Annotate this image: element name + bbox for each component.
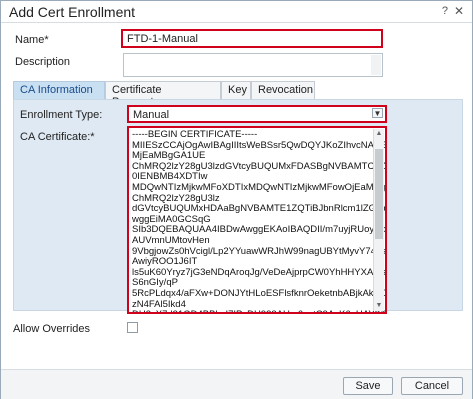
name-input[interactable] [121,29,383,48]
enrollment-type-select[interactable]: Manual ▼ [127,105,387,123]
certificate-line: DU3yX7d31GD4BBhxI7IPsDH933AUm6xntC9AxK6q… [132,309,385,312]
dialog-footer: Save Cancel [1,369,472,399]
certificate-line: -----BEGIN CERTIFICATE----- [132,129,258,140]
description-label: Description [15,56,71,68]
certificate-line: MDQwNTIzMjkwMFoXDTIxMDQwNTIzMjkwMFowOjEa… [132,181,385,193]
enrollment-type-label: Enrollment Type: [20,109,103,121]
save-button[interactable]: Save [343,377,393,395]
enrollment-type-value: Manual [133,109,170,121]
dialog-title: Add Cert Enrollment [9,4,136,20]
ca-certificate-textarea[interactable]: -----BEGIN CERTIFICATE----- MIIESzCCAjOgA… [127,126,387,314]
tab-key-label: Key [228,84,247,96]
description-scrollbar[interactable] [371,55,381,75]
certificate-line: AUVmnUMtovHen [132,234,210,246]
tab-certificate-parameters[interactable]: Certificate Parameters [105,81,221,108]
tab-ca-information-label: CA Information [20,84,93,96]
add-cert-enrollment-dialog: Add Cert Enrollment ? ✕ Name* Descriptio… [0,0,473,399]
allow-overrides-label: Allow Overrides [13,323,91,335]
scroll-up-icon[interactable]: ▲ [374,129,384,139]
allow-overrides-checkbox[interactable] [127,322,138,333]
tab-revocation-label: Revocation [258,84,314,96]
help-icon[interactable]: ? [442,5,448,17]
dialog-titlebar: Add Cert Enrollment ? ✕ [1,1,472,23]
chevron-down-icon[interactable]: ▼ [372,108,383,118]
tab-key[interactable]: Key [221,81,251,99]
tab-revocation[interactable]: Revocation [251,81,315,99]
name-label: Name* [15,34,49,46]
ca-certificate-label: CA Certificate:* [20,131,95,143]
scroll-thumb[interactable] [375,149,383,239]
close-icon[interactable]: ✕ [454,4,464,18]
ca-certificate-scrollbar[interactable]: ▲ ▼ [373,129,384,311]
cancel-button[interactable]: Cancel [401,377,463,395]
scroll-down-icon[interactable]: ▼ [374,301,384,311]
ca-certificate-text: -----BEGIN CERTIFICATE----- MIIESzCCAjOgA… [132,129,385,312]
description-textarea[interactable] [123,53,383,77]
tab-ca-information[interactable]: CA Information [13,81,105,99]
certificate-line: 5RcPLdqx4/aFXw+DONJYtHLoESFlsfknrOeketnb… [132,287,385,299]
